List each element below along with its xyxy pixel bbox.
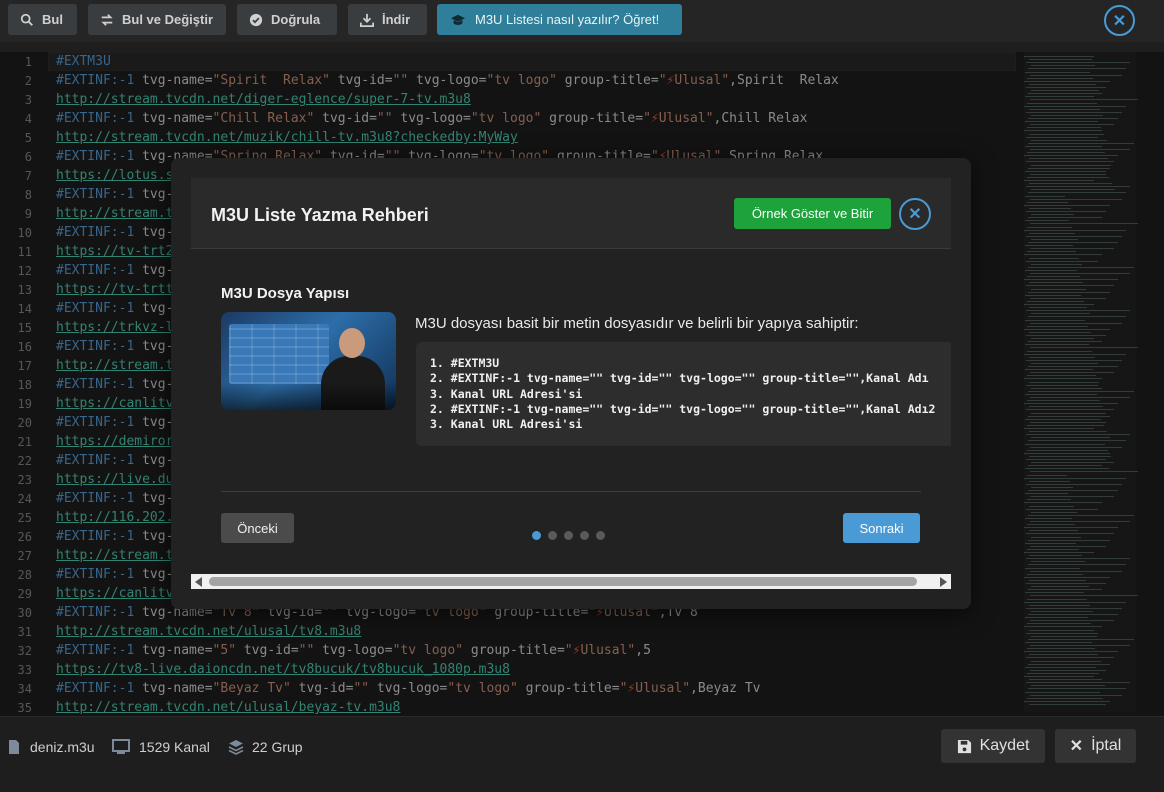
- find-label: Bul: [42, 12, 63, 27]
- file-name: deniz.m3u: [30, 739, 95, 755]
- search-icon: [20, 13, 33, 26]
- code-example-line: 2. #EXTINF:-1 tvg-name="" tvg-id="" tvg-…: [430, 401, 936, 416]
- thumbnail-shade: [221, 382, 396, 410]
- download-label: İndir: [382, 12, 411, 27]
- x-icon: ✕: [1069, 738, 1084, 755]
- guide-modal: M3U Liste Yazma Rehberi Örnek Göster ve …: [171, 158, 971, 609]
- learn-m3u-button[interactable]: M3U Listesi nasıl yazılır? Öğret!: [437, 4, 682, 35]
- save-icon: [957, 739, 971, 753]
- status-footer: deniz.m3u 1529 Kanal 22 Grup Kaydet ✕ İp…: [0, 716, 1164, 792]
- code-example-line: 1. #EXTM3U: [430, 356, 500, 370]
- thumbnail-tv-screen: [229, 324, 329, 384]
- section-title: M3U Dosya Yapısı: [221, 285, 350, 302]
- next-button[interactable]: Sonraki: [843, 513, 920, 543]
- cancel-button[interactable]: ✕ İptal: [1055, 729, 1136, 763]
- graduation-cap-icon: [451, 14, 465, 25]
- scrollbar-thumb[interactable]: [209, 577, 917, 586]
- validate-button[interactable]: Doğrula: [237, 4, 337, 35]
- validate-label: Doğrula: [271, 12, 321, 27]
- download-button[interactable]: İndir: [348, 4, 427, 35]
- cancel-label: İptal: [1091, 737, 1122, 754]
- scroll-left-arrow-icon[interactable]: [195, 577, 202, 587]
- layers-icon: [228, 740, 244, 755]
- code-example-line: 2. #EXTINF:-1 tvg-name="" tvg-id="" tvg-…: [430, 371, 929, 386]
- m3u-structure-code: 1. #EXTM3U 2. #EXTINF:-1 tvg-name="" tvg-…: [416, 342, 951, 446]
- close-icon: ✕: [1112, 12, 1127, 30]
- channel-count: 1529 Kanal: [139, 739, 210, 755]
- channel-count-stat: 1529 Kanal: [111, 739, 210, 755]
- find-replace-label: Bul ve Değiştir: [122, 12, 214, 27]
- group-count: 22 Grup: [252, 739, 303, 755]
- close-icon: ✕: [908, 206, 922, 223]
- step-dot[interactable]: [564, 531, 573, 540]
- find-replace-button[interactable]: Bul ve Değiştir: [88, 4, 226, 35]
- close-editor-button[interactable]: ✕: [1104, 5, 1135, 36]
- modal-header: M3U Liste Yazma Rehberi Örnek Göster ve …: [191, 178, 951, 249]
- monitor-icon: [112, 739, 130, 754]
- code-example-line: 3. Kanal URL Adresi'si: [430, 417, 583, 432]
- modal-divider: [221, 491, 921, 492]
- learn-label: M3U Listesi nasıl yazılır? Öğret!: [475, 12, 660, 27]
- modal-close-button[interactable]: ✕: [899, 198, 931, 230]
- check-circle-icon: [249, 13, 263, 26]
- step-dot[interactable]: [532, 531, 541, 540]
- step-indicator: [532, 531, 605, 540]
- save-button[interactable]: Kaydet: [941, 729, 1045, 763]
- group-count-stat: 22 Grup: [228, 739, 303, 755]
- find-button[interactable]: Bul: [8, 4, 77, 35]
- step-dot[interactable]: [548, 531, 557, 540]
- previous-button[interactable]: Önceki: [221, 513, 294, 543]
- modal-horizontal-scrollbar[interactable]: [191, 574, 951, 589]
- step-dot[interactable]: [596, 531, 605, 540]
- show-example-finish-button[interactable]: Örnek Göster ve Bitir: [734, 198, 891, 229]
- modal-title: M3U Liste Yazma Rehberi: [211, 205, 429, 225]
- modal-body: M3U Dosya Yapısı M3U dosyası basit bir m…: [191, 249, 951, 574]
- save-label: Kaydet: [979, 737, 1030, 754]
- code-example-line: 3. Kanal URL Adresi'si: [430, 386, 583, 401]
- thumbnail-presenter-head: [339, 328, 365, 358]
- toolbar: Bul Bul ve Değiştir Doğrula İndir M3U Li…: [0, 0, 1164, 42]
- tutorial-video-thumbnail[interactable]: [221, 312, 396, 410]
- file-name-stat: deniz.m3u: [6, 739, 95, 755]
- swap-icon: [101, 13, 113, 26]
- step-dot[interactable]: [580, 531, 589, 540]
- scroll-right-arrow-icon[interactable]: [940, 577, 947, 587]
- intro-text: M3U dosyası basit bir metin dosyasıdır v…: [415, 315, 859, 332]
- file-icon: [9, 740, 19, 754]
- download-icon: [360, 13, 374, 27]
